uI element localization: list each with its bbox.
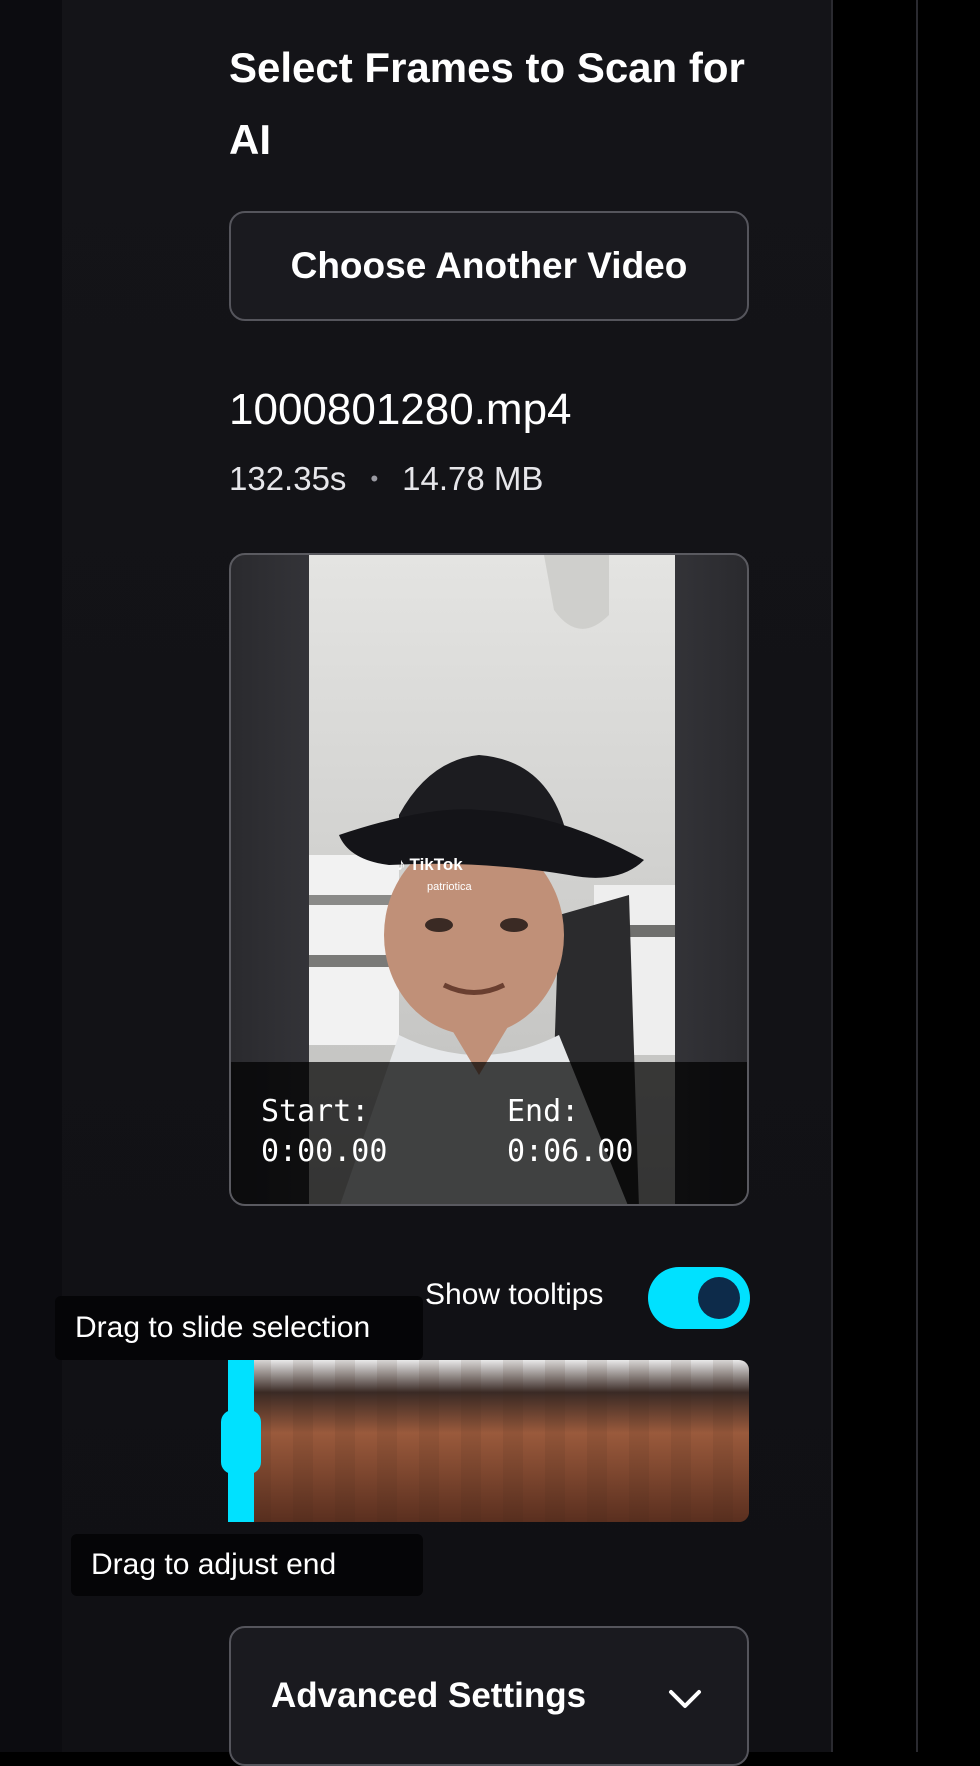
tiktok-handle: patriotica [427,881,472,893]
file-size: 14.78 MB [402,460,544,497]
start-label: Start: [261,1094,370,1129]
end-time: 0:06.00 [507,1134,634,1169]
file-name: 1000801280.mp4 [229,385,572,434]
file-duration: 132.35s [229,460,347,497]
video-preview[interactable]: ♪ TikTok patriotica Start: 0:00.00 End: … [229,553,749,1206]
show-tooltips-label: Show tooltips [425,1278,604,1311]
tiktok-watermark: ♪ TikTok patriotica [397,855,472,893]
end-time-block: End: 0:06.00 [507,1092,633,1172]
tooltip-slide-selection: Drag to slide selection [55,1296,423,1360]
toggle-knob [698,1277,740,1319]
time-overlay: Start: 0:00.00 End: 0:06.00 [231,1062,747,1204]
meta-separator: • [370,466,379,491]
chevron-down-icon [669,1690,701,1708]
frame-thumbnails [229,1360,749,1522]
frame-timeline[interactable] [229,1360,749,1522]
choose-another-video-button[interactable]: Choose Another Video [229,211,749,321]
advanced-settings-button[interactable]: Advanced Settings [229,1626,749,1766]
divider-line [916,0,918,1752]
timeline-selection-grip[interactable] [221,1410,261,1474]
page-title: Select Frames to Scan for AI [229,44,745,163]
file-meta: 132.35s • 14.78 MB [229,460,543,498]
tooltip-adjust-end: Drag to adjust end [71,1534,423,1596]
advanced-settings-label: Advanced Settings [271,1676,587,1715]
tiktok-brand: TikTok [409,855,463,874]
outer-right-background [833,0,980,1752]
tiktok-logo-icon: ♪ [397,855,406,874]
end-label: End: [507,1094,580,1129]
outer-left-background [0,0,62,1752]
start-time: 0:00.00 [261,1134,388,1169]
start-time-block: Start: 0:00.00 [261,1092,387,1172]
show-tooltips-toggle[interactable] [648,1267,750,1329]
